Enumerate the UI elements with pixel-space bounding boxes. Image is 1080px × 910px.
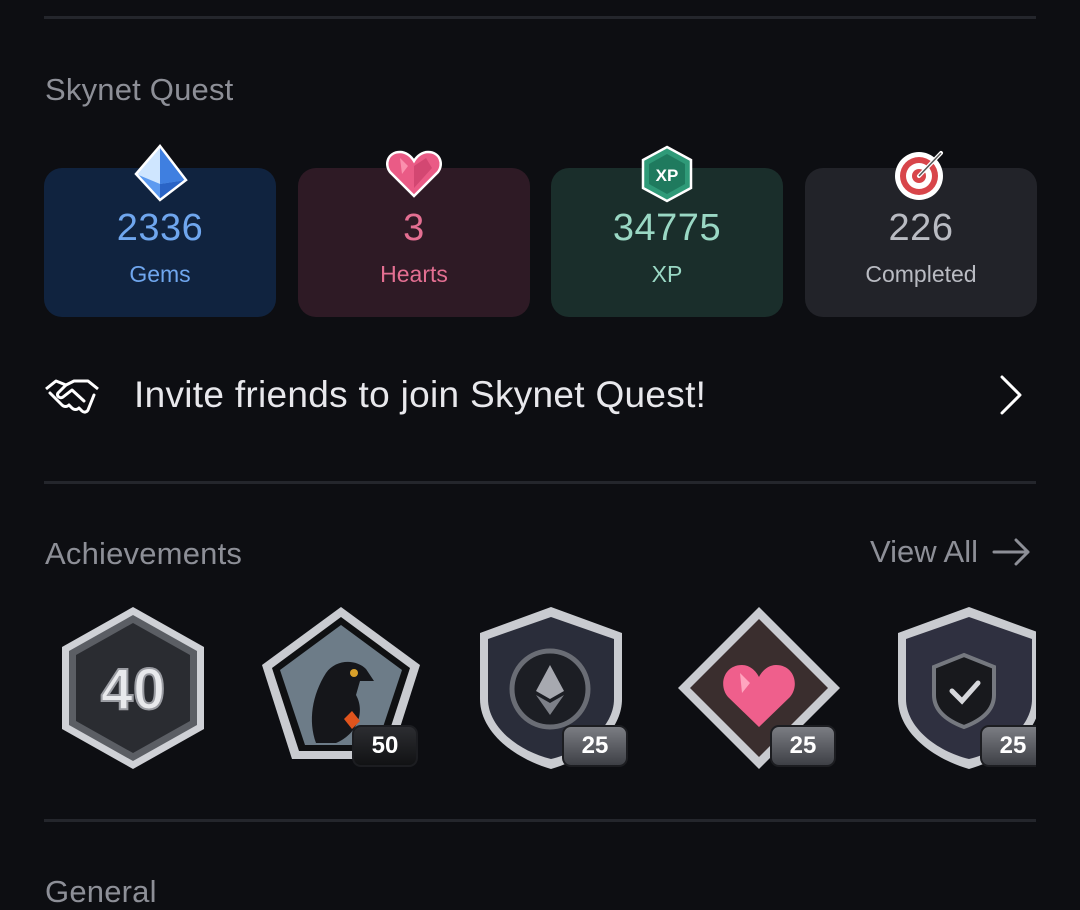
gems-card[interactable]: 2336 Gems <box>44 144 276 317</box>
badge-ethereum[interactable]: 25 <box>466 603 636 773</box>
view-all-label: View All <box>870 534 978 569</box>
hearts-card[interactable]: 3 Hearts <box>298 150 530 317</box>
xp-value: 34775 <box>612 207 722 249</box>
invite-friends-row[interactable]: Invite friends to join Skynet Quest! <box>44 360 1036 430</box>
quest-section-title: Skynet Quest <box>45 72 234 107</box>
heart-icon <box>386 150 442 198</box>
completed-label: Completed <box>865 261 977 287</box>
bottom-divider <box>44 819 1036 822</box>
badge-count-chip: 25 <box>770 725 836 767</box>
hexagon-40-icon: 40 <box>62 607 204 769</box>
invite-text: Invite friends to join Skynet Quest! <box>134 374 707 415</box>
badge-heart[interactable]: 25 <box>674 603 844 773</box>
general-section-title: General <box>45 874 157 909</box>
achievements-title: Achievements <box>45 536 243 571</box>
view-all-button[interactable]: View All <box>870 534 1032 570</box>
hearts-value: 3 <box>403 207 425 249</box>
svg-text:40: 40 <box>101 657 166 722</box>
xp-icon: XP <box>641 145 693 203</box>
handshake-icon <box>45 379 99 414</box>
completed-card[interactable]: 226 Completed <box>805 151 1037 317</box>
arrow-right-icon <box>992 538 1030 566</box>
badge-40[interactable]: 40 <box>48 603 218 773</box>
hearts-label: Hearts <box>380 261 448 287</box>
badge-count-chip: 25 <box>562 725 628 767</box>
mid-divider <box>44 481 1036 484</box>
target-icon <box>895 151 943 200</box>
gem-icon <box>134 144 188 202</box>
xp-label: XP <box>651 261 683 287</box>
badge-count-chip: 25 <box>980 725 1036 767</box>
badge-falcon[interactable]: 50 <box>256 603 426 773</box>
xp-card[interactable]: XP 34775 XP <box>551 145 783 317</box>
badge-count-chip: 50 <box>352 725 418 767</box>
chevron-right-icon[interactable] <box>998 374 1024 416</box>
gems-label: Gems <box>129 261 191 287</box>
completed-value: 226 <box>888 207 954 249</box>
svg-text:XP: XP <box>656 166 679 185</box>
top-divider <box>44 16 1036 19</box>
gems-value: 2336 <box>116 207 204 249</box>
badge-shield[interactable]: 25 <box>884 603 1036 773</box>
